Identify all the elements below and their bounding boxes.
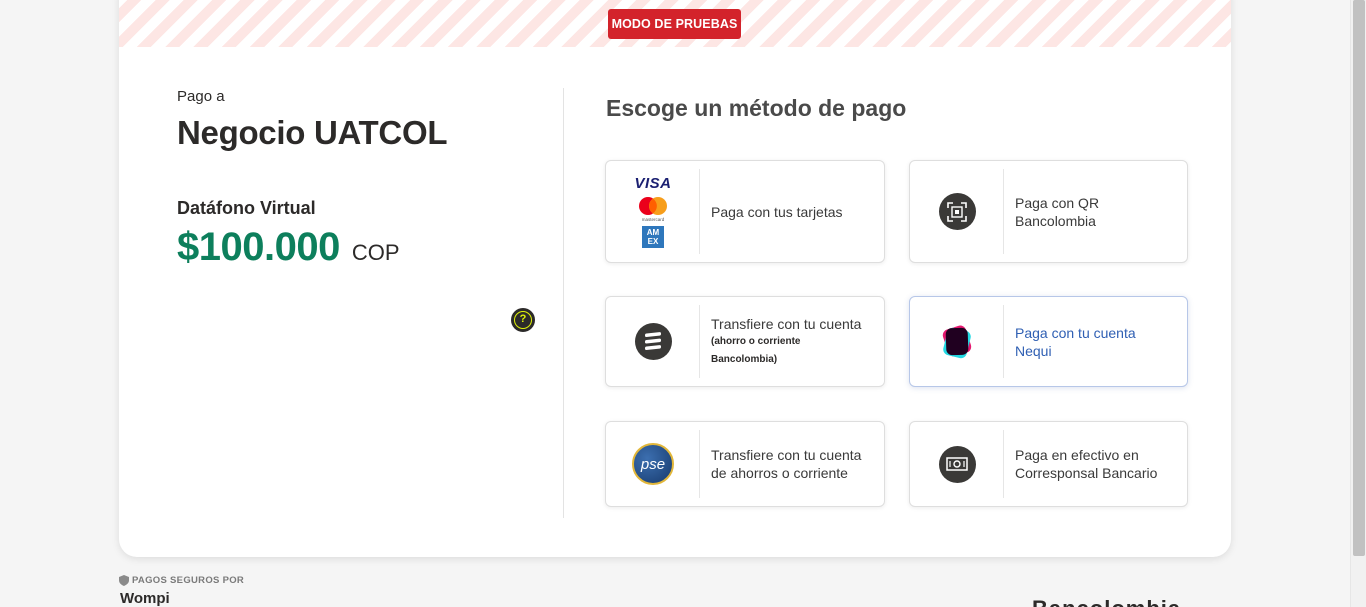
wompi-logo: Wompi: [120, 590, 170, 607]
method-separator: [1003, 305, 1004, 378]
method-cash[interactable]: Paga en efectivo en Corresponsal Bancari…: [909, 421, 1188, 507]
currency-code: COP: [351, 240, 400, 265]
mastercard-logo: mastercard: [639, 197, 667, 222]
page-scrollbar[interactable]: [1350, 0, 1366, 607]
help-icon[interactable]: ?: [511, 308, 535, 332]
checkout-card: MODO DE PRUEBAS Pago a Negocio UATCOL Da…: [119, 0, 1231, 557]
method-label: Paga en efectivo en Corresponsal Bancari…: [1015, 447, 1158, 481]
methods-title: Escoge un método de pago: [606, 95, 907, 121]
method-separator: [1003, 169, 1004, 254]
method-label: Paga con QR Bancolombia: [1015, 194, 1100, 229]
bancolombia-logo: Bancolombia: [1032, 596, 1181, 607]
method-separator: [699, 430, 700, 498]
method-nequi[interactable]: Paga con tu cuenta Nequi: [909, 296, 1188, 387]
test-mode-badge: MODO DE PRUEBAS: [608, 9, 741, 39]
visa-logo: VISA: [634, 175, 672, 192]
method-label-main: Transfiere con tu cuenta: [711, 315, 862, 332]
method-bancolombia-transfer[interactable]: Transfiere con tu cuenta (ahorro o corri…: [605, 296, 885, 387]
card-brands-icon: VISA mastercard AM EX: [606, 161, 700, 262]
svg-text:mastercard: mastercard: [642, 217, 665, 222]
amount-row: $100.000 COP: [177, 225, 537, 270]
nequi-icon: [942, 325, 972, 358]
pse-icon: pse: [632, 443, 674, 485]
pay-to-label: Pago a: [177, 88, 225, 105]
bancolombia-icon: [634, 323, 672, 360]
help-symbol: ?: [514, 311, 532, 329]
payment-summary: Pago a Negocio UATCOL Datáfono Virtual $…: [177, 88, 537, 270]
method-separator: [699, 169, 700, 254]
method-separator: [1003, 430, 1004, 498]
column-divider: [563, 88, 564, 518]
amex-logo: AM EX: [642, 226, 664, 248]
method-sublabel: (ahorro o corriente Bancolombia): [711, 335, 801, 365]
secure-payments-label: PAGOS SEGUROS POR: [119, 575, 244, 586]
merchant-name: Negocio UATCOL: [177, 114, 448, 151]
qr-icon: [938, 193, 976, 230]
method-label: Paga con tus tarjetas: [711, 203, 843, 220]
shield-icon: [119, 575, 129, 586]
scrollbar-thumb[interactable]: [1353, 0, 1365, 556]
amount-value: $100.000: [177, 225, 340, 269]
cash-icon: [938, 445, 976, 483]
method-cards[interactable]: VISA mastercard AM EX Paga con tus tarjet…: [605, 160, 885, 263]
product-name: Datáfono Virtual: [177, 198, 316, 218]
method-label: Paga con tu cuenta Nequi: [1015, 324, 1136, 359]
method-qr-bancolombia[interactable]: Paga con QR Bancolombia: [909, 160, 1188, 263]
method-label: Transfiere con tu cuenta de ahorros o co…: [711, 447, 862, 481]
method-label: Transfiere con tu cuenta (ahorro o corri…: [711, 315, 868, 369]
method-separator: [699, 305, 700, 378]
method-pse[interactable]: pse Transfiere con tu cuenta de ahorros …: [605, 421, 885, 507]
